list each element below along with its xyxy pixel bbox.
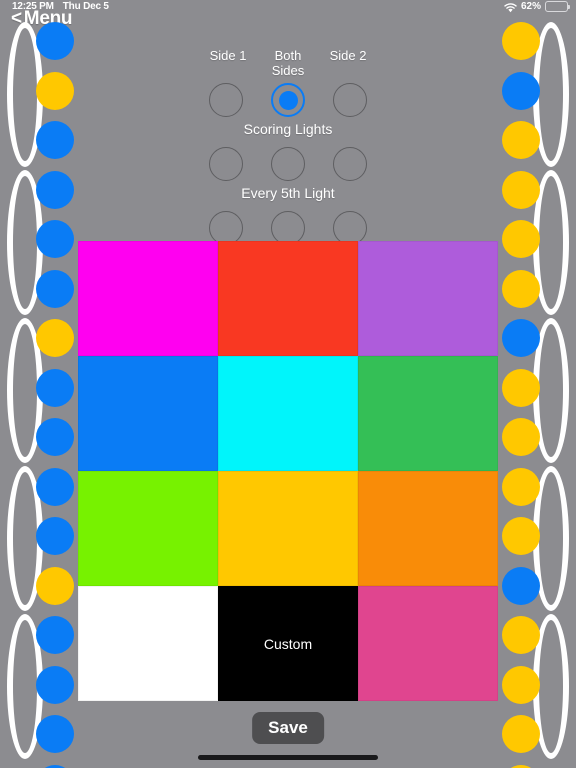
left-light-dot	[36, 319, 74, 357]
radio-header-both-sides: Both Sides	[271, 48, 305, 78]
color-swatch-gold[interactable]	[218, 471, 358, 586]
radio-group-list: Scoring LightsEvery 5th LightAmbient Lig…	[196, 83, 380, 265]
left-light-dot	[36, 269, 74, 308]
right-light-dot	[502, 418, 540, 456]
left-light-dot	[36, 467, 74, 506]
radio-ambient-lights-side-1[interactable]	[209, 211, 243, 245]
color-swatch-red[interactable]	[218, 241, 358, 356]
left-light-dot	[36, 566, 74, 605]
right-light-dot	[502, 566, 540, 605]
radio-group-label: Scoring Lights	[243, 121, 333, 137]
right-light-dot	[502, 467, 540, 506]
radio-group-scoring-lights: Scoring Lights	[196, 83, 380, 137]
left-light-dot	[36, 121, 74, 159]
light-mode-selector: Side 1 Both Sides Side 2 Scoring Lights E…	[196, 48, 380, 265]
color-swatch-cyan[interactable]	[218, 356, 358, 471]
radio-cell	[196, 83, 256, 117]
color-swatch-chartreuse[interactable]	[78, 471, 218, 586]
left-light-dot	[36, 715, 74, 753]
right-light-rail	[498, 0, 576, 768]
left-light-dot	[36, 22, 74, 60]
right-light-dot	[502, 517, 540, 555]
radio-every-5th-light-side-2[interactable]	[333, 147, 367, 181]
right-light-dot	[502, 71, 540, 110]
radio-header-side1: Side 1	[209, 48, 247, 63]
color-swatch-green[interactable]	[358, 356, 498, 471]
left-light-dot-column	[33, 0, 77, 768]
radio-cell	[196, 147, 256, 181]
left-light-dot	[36, 71, 74, 110]
radio-scoring-lights-side-2[interactable]	[333, 83, 367, 117]
left-light-dot	[36, 418, 74, 456]
right-light-dot	[502, 715, 540, 753]
radio-ambient-lights-side-2[interactable]	[333, 211, 367, 245]
radio-cell	[320, 83, 380, 117]
right-light-dot-column	[499, 0, 543, 768]
right-light-dot	[502, 22, 540, 60]
right-light-dot	[502, 121, 540, 159]
radio-cell	[258, 147, 318, 181]
radio-group-every-5th-light: Every 5th Light	[196, 147, 380, 201]
radio-cell	[258, 211, 318, 245]
radio-cell	[258, 83, 318, 117]
right-light-dot	[502, 319, 540, 357]
color-swatch-blue[interactable]	[78, 356, 218, 471]
radio-row	[196, 83, 380, 117]
radio-group-label: Every 5th Light	[241, 185, 335, 201]
color-swatch-pink[interactable]	[358, 586, 498, 701]
radio-row	[196, 147, 380, 181]
left-light-dot	[36, 517, 74, 555]
radio-cell	[320, 211, 380, 245]
home-indicator	[198, 755, 378, 760]
left-light-dot	[36, 170, 74, 209]
color-swatch-grid: Custom	[78, 241, 498, 701]
color-swatch-magenta[interactable]	[78, 241, 218, 356]
app-screen: 12:25 PM Thu Dec 5 62% < Menu Side 1 Bot…	[0, 0, 576, 768]
radio-every-5th-light-both-sides[interactable]	[271, 147, 305, 181]
color-swatch-purple[interactable]	[358, 241, 498, 356]
color-swatch-custom[interactable]: Custom	[218, 586, 358, 701]
left-light-dot	[36, 764, 74, 768]
radio-ambient-lights-both-sides[interactable]	[271, 211, 305, 245]
save-button[interactable]: Save	[252, 712, 324, 744]
radio-row	[196, 211, 380, 245]
right-light-dot	[502, 220, 540, 258]
left-light-dot	[36, 368, 74, 407]
right-light-dot	[502, 616, 540, 654]
left-light-dot	[36, 220, 74, 258]
color-swatch-orange[interactable]	[358, 471, 498, 586]
radio-cell	[196, 211, 256, 245]
right-light-dot	[502, 170, 540, 209]
color-swatch-white[interactable]	[78, 586, 218, 701]
color-swatch-label: Custom	[263, 635, 313, 652]
right-light-dot	[502, 269, 540, 308]
right-light-dot	[502, 764, 540, 768]
radio-cell	[320, 147, 380, 181]
radio-scoring-lights-side-1[interactable]	[209, 83, 243, 117]
status-bar: 12:25 PM Thu Dec 5 62%	[0, 0, 576, 16]
left-light-rail	[0, 0, 78, 768]
left-light-dot	[36, 665, 74, 704]
left-light-dot	[36, 616, 74, 654]
right-light-dot	[502, 665, 540, 704]
right-light-dot	[502, 368, 540, 407]
radio-every-5th-light-side-1[interactable]	[209, 147, 243, 181]
radio-column-headers: Side 1 Both Sides Side 2	[196, 48, 380, 78]
radio-header-side2: Side 2	[329, 48, 367, 63]
radio-scoring-lights-both-sides[interactable]	[271, 83, 305, 117]
